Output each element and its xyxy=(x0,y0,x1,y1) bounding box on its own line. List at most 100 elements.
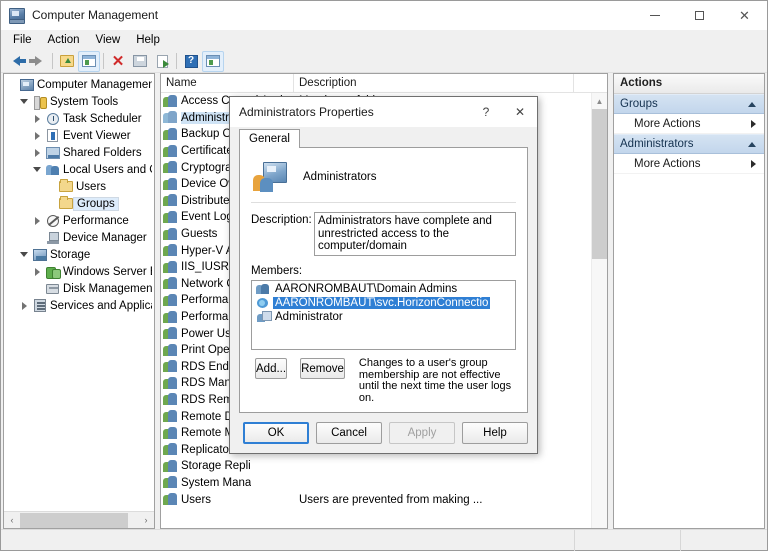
tree-node-event-viewer[interactable]: Event Viewer xyxy=(4,127,154,144)
member-list-item[interactable]: AARONROMBAUT\svc.HorizonConnectio xyxy=(253,296,514,310)
members-list[interactable]: AARONROMBAUT\Domain AdminsAARONROMBAUT\s… xyxy=(251,280,516,351)
chevron-right-icon[interactable] xyxy=(30,115,44,123)
menu-view[interactable]: View xyxy=(88,30,129,50)
forward-button[interactable] xyxy=(27,51,49,72)
dialog-titlebar: Administrators Properties ? ✕ xyxy=(230,97,537,127)
remove-member-button[interactable]: Remove xyxy=(300,358,345,379)
menu-help[interactable]: Help xyxy=(128,30,168,50)
tab-general[interactable]: General xyxy=(239,129,300,148)
chevron-right-icon[interactable] xyxy=(17,302,31,310)
chevron-down-icon[interactable] xyxy=(30,167,44,172)
show-hide-console-tree-button[interactable] xyxy=(78,51,100,72)
member-name: AARONROMBAUT\svc.HorizonConnectio xyxy=(273,297,490,309)
tree-node-local-users-and-groups[interactable]: Local Users and Groups xyxy=(4,161,154,178)
members-label: Members: xyxy=(251,265,516,277)
divider xyxy=(251,202,516,203)
group-icon xyxy=(163,427,178,440)
tree-node-performance[interactable]: Performance xyxy=(4,212,154,229)
menu-action[interactable]: Action xyxy=(40,30,88,50)
tree-node-device-manager[interactable]: Device Manager xyxy=(4,229,154,246)
tree-node-services-and-applications[interactable]: Services and Applications xyxy=(4,297,154,314)
help-button[interactable]: Help xyxy=(462,422,528,444)
column-header-name[interactable]: Name xyxy=(161,74,294,92)
minimize-button[interactable] xyxy=(632,1,677,30)
tree-node-computer-management-local[interactable]: Computer Management (Local xyxy=(4,76,154,93)
chevron-up-icon[interactable] xyxy=(748,142,756,147)
group-name: Guests xyxy=(181,228,217,240)
tree-node-disk-management[interactable]: Disk Management xyxy=(4,280,154,297)
list-vertical-scrollbar[interactable]: ▲ xyxy=(591,93,607,528)
delete-button[interactable]: ✕ xyxy=(107,51,129,72)
tree-node-shared-folders[interactable]: Shared Folders xyxy=(4,144,154,161)
tree-node-label: Task Scheduler xyxy=(61,113,142,125)
console-tree[interactable]: Computer Management (Local System Tools Ta… xyxy=(4,74,154,511)
chevron-right-icon[interactable] xyxy=(30,149,44,157)
help-button[interactable]: ? xyxy=(180,51,202,72)
dialog-help-button[interactable]: ? xyxy=(469,97,503,127)
dialog-close-button[interactable]: ✕ xyxy=(503,97,537,127)
tab-panel-general: Administrators Description: Administrato… xyxy=(239,147,528,413)
scroll-track[interactable] xyxy=(20,513,138,528)
computer-icon xyxy=(18,79,35,91)
scroll-right-button[interactable]: › xyxy=(138,513,154,528)
show-action-pane-button[interactable] xyxy=(202,51,224,72)
table-row[interactable]: System Mana xyxy=(161,475,607,492)
tree-node-users[interactable]: Users xyxy=(4,178,154,195)
scroll-left-button[interactable]: ‹ xyxy=(4,513,20,528)
chevron-down-icon[interactable] xyxy=(17,252,31,257)
scroll-thumb[interactable] xyxy=(592,109,607,259)
status-segment-main xyxy=(1,530,575,551)
actions-group-header-administrators[interactable]: Administrators xyxy=(614,134,764,154)
add-member-button[interactable]: Add... xyxy=(255,358,287,379)
tree-horizontal-scrollbar[interactable]: ‹ › xyxy=(4,511,154,528)
member-list-item[interactable]: AARONROMBAUT\Domain Admins xyxy=(253,282,514,296)
save-button[interactable] xyxy=(129,51,151,72)
red-x-icon: ✕ xyxy=(112,54,125,69)
chevron-right-icon[interactable] xyxy=(30,217,44,225)
chevron-up-icon[interactable] xyxy=(748,102,756,107)
member-list-item[interactable]: Administrator xyxy=(253,310,514,324)
scroll-up-button[interactable]: ▲ xyxy=(592,93,607,109)
close-button[interactable]: ✕ xyxy=(722,1,767,30)
chevron-right-icon[interactable] xyxy=(30,268,44,276)
ok-button[interactable]: OK xyxy=(243,422,309,444)
group-icon xyxy=(163,161,178,174)
system-tools-icon xyxy=(31,96,48,108)
tree-node-task-scheduler[interactable]: Task Scheduler xyxy=(4,110,154,127)
backup-icon xyxy=(44,266,61,278)
chevron-right-icon xyxy=(751,160,756,168)
actions-group-header-groups[interactable]: Groups xyxy=(614,94,764,114)
disk-icon xyxy=(44,284,61,294)
chevron-right-icon[interactable] xyxy=(30,132,44,140)
description-input[interactable]: Administrators have complete and unrestr… xyxy=(314,212,516,256)
actions-item-more-actions[interactable]: More Actions xyxy=(614,114,764,134)
tree-node-storage[interactable]: Storage xyxy=(4,246,154,263)
chevron-down-icon[interactable] xyxy=(17,99,31,104)
services-icon xyxy=(31,299,48,312)
domain-group-icon xyxy=(256,283,270,295)
column-header-extra[interactable] xyxy=(574,74,607,92)
group-icon xyxy=(163,228,178,241)
tree-node-label: Computer Management (Local xyxy=(35,79,152,91)
table-row[interactable]: Storage Repli xyxy=(161,458,607,475)
actions-item-more-actions[interactable]: More Actions xyxy=(614,154,764,174)
scroll-thumb[interactable] xyxy=(20,513,128,528)
back-button[interactable] xyxy=(5,51,27,72)
tree-node-groups[interactable]: Groups xyxy=(4,195,154,212)
up-one-level-button[interactable] xyxy=(56,51,78,72)
export-list-button[interactable] xyxy=(151,51,173,72)
column-header-description[interactable]: Description xyxy=(294,74,574,92)
clock-icon xyxy=(44,113,61,125)
users-groups-icon xyxy=(44,164,61,176)
dialog-window-controls: ? ✕ xyxy=(469,97,537,127)
table-row[interactable]: UsersUsers are prevented from making ... xyxy=(161,491,607,508)
group-icon xyxy=(163,277,178,290)
tree-node-system-tools[interactable]: System Tools xyxy=(4,93,154,110)
membership-note: Changes to a user's group membership are… xyxy=(359,358,516,404)
maximize-button[interactable] xyxy=(677,1,722,30)
tree-node-windows-server-backup[interactable]: Windows Server Backup xyxy=(4,263,154,280)
tree-node-label: Disk Management xyxy=(61,283,152,295)
cancel-button[interactable]: Cancel xyxy=(316,422,382,444)
menu-bar: File Action View Help xyxy=(1,30,767,50)
menu-file[interactable]: File xyxy=(5,30,40,50)
